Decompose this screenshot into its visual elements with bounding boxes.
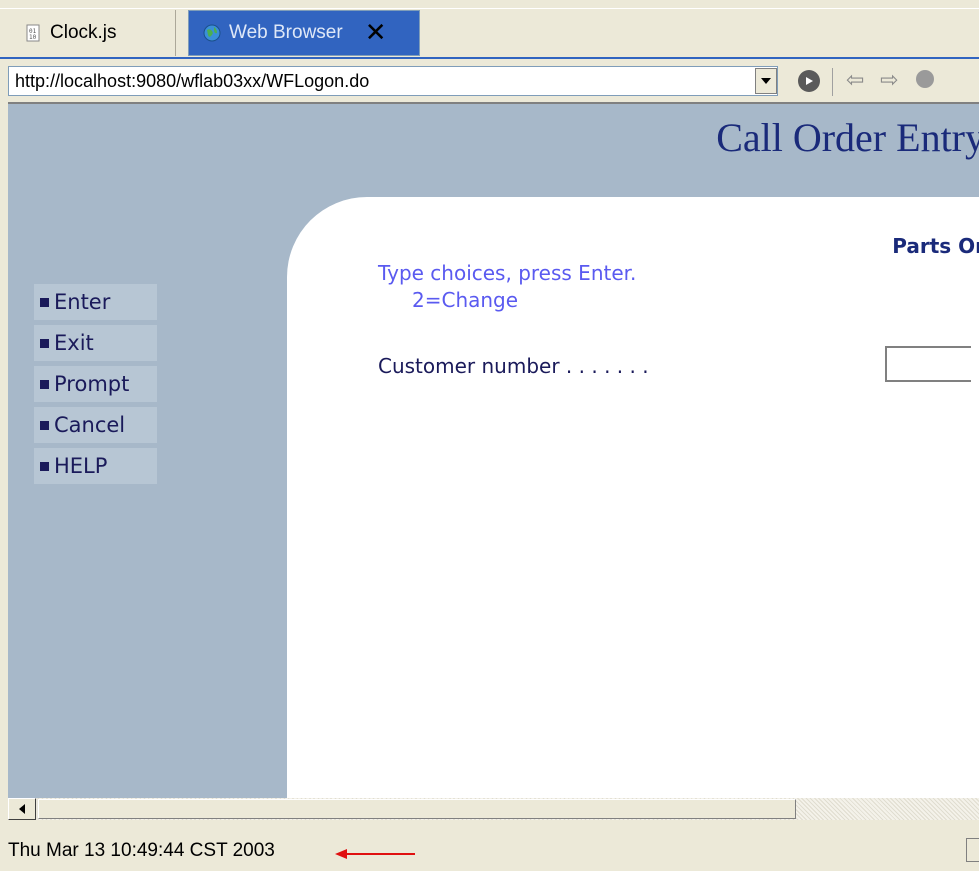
instructions-text: Type choices, press Enter. — [378, 261, 637, 285]
scrollbar-thumb[interactable] — [38, 799, 796, 819]
web-content: Call Order Entry Parts Or Enter Exit Pro… — [8, 102, 979, 798]
bullet-icon — [40, 338, 49, 348]
forward-arrow-icon[interactable]: ⇨ — [880, 68, 898, 93]
bullet-icon — [40, 379, 49, 389]
status-bar: Thu Mar 13 10:49:44 CST 2003 — [0, 830, 979, 871]
status-progress-box — [966, 838, 979, 862]
url-dropdown-button[interactable] — [755, 68, 777, 94]
red-arrow-icon — [335, 849, 415, 859]
bullet-icon — [40, 461, 49, 471]
content-panel — [287, 197, 979, 798]
page-title: Call Order Entry — [716, 115, 979, 160]
customer-number-label: Customer number . . . . . . . — [378, 354, 649, 378]
customer-number-input[interactable] — [885, 346, 971, 382]
page-subtitle: Parts Or — [892, 234, 979, 258]
status-clock-text: Thu Mar 13 10:49:44 CST 2003 — [8, 840, 275, 861]
nav-item-label: Enter — [54, 290, 111, 314]
nav-cancel-button[interactable]: Cancel — [34, 407, 157, 443]
nav-item-label: Prompt — [54, 372, 130, 396]
back-arrow-icon[interactable]: ⇦ — [846, 68, 864, 93]
function-key-menu: Enter Exit Prompt Cancel HELP — [34, 284, 157, 489]
horizontal-scrollbar[interactable] — [8, 798, 979, 820]
arrow-left-icon — [19, 804, 25, 814]
close-tab-icon[interactable]: ✕ — [365, 18, 387, 48]
nav-enter-button[interactable]: Enter — [34, 284, 157, 320]
bullet-icon — [40, 420, 49, 430]
scroll-left-button[interactable] — [8, 798, 36, 820]
tab-label: Web Browser — [229, 22, 343, 43]
nav-help-button[interactable]: HELP — [34, 448, 157, 484]
tab-label: Clock.js — [50, 22, 117, 43]
editor-tab-bar: 01 10 Clock.js Web Browser ✕ — [0, 0, 979, 59]
nav-exit-button[interactable]: Exit — [34, 325, 157, 361]
chevron-down-icon — [761, 78, 771, 84]
svg-text:10: 10 — [29, 34, 37, 41]
globe-icon — [203, 24, 221, 42]
nav-prompt-button[interactable]: Prompt — [34, 366, 157, 402]
nav-item-label: HELP — [54, 454, 108, 478]
nav-item-label: Exit — [54, 331, 94, 355]
tab-web-browser[interactable]: Web Browser ✕ — [188, 10, 420, 56]
instructions-option: 2=Change — [412, 288, 519, 312]
js-file-icon: 01 10 — [24, 24, 42, 42]
bullet-icon — [40, 297, 49, 307]
tabbar-highlight — [0, 8, 979, 9]
tab-clock-js[interactable]: 01 10 Clock.js — [8, 10, 176, 56]
go-button[interactable] — [798, 70, 820, 92]
refresh-icon[interactable] — [914, 68, 936, 96]
url-input[interactable] — [8, 66, 778, 96]
play-icon — [806, 77, 813, 85]
tabbar-divider — [0, 57, 979, 59]
browser-toolbar: ⇦ ⇨ — [0, 62, 979, 102]
toolbar-separator — [832, 68, 833, 96]
nav-item-label: Cancel — [54, 413, 126, 437]
